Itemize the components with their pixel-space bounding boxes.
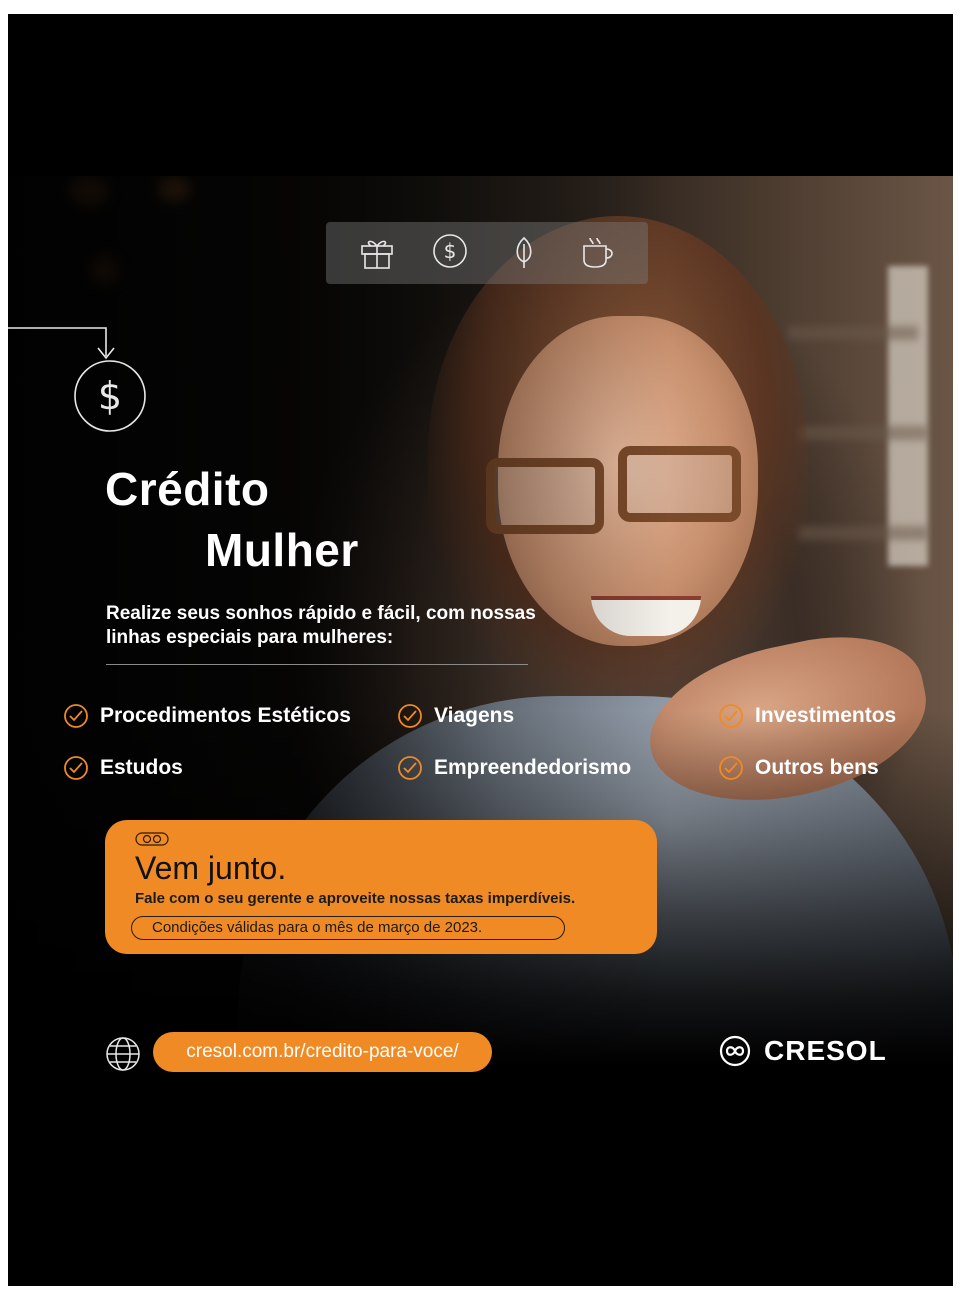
arrow-coin-icon: $ [8,327,146,432]
category-label: Procedimentos Estéticos [100,704,351,727]
cresol-logo-icon [719,1035,751,1067]
category-viagens: Viagens [396,702,514,730]
gift-icon [356,230,398,277]
leaf-icon [503,230,545,277]
check-circle-icon [398,756,422,780]
svg-text:$: $ [98,374,122,418]
divider [106,664,528,665]
check-circle-icon [719,756,743,780]
ad-frame: $ $ Crédito Mulher Realize seus sonhos r… [8,14,953,1286]
check-circle-icon [398,704,422,728]
category-estudos: Estudos [62,754,183,782]
title-line2: Mulher [205,524,359,576]
check-circle-icon [64,704,88,728]
check-circle-icon [64,756,88,780]
dollar-coin-icon: $ [429,230,471,277]
brand-name: CRESOL [764,1035,887,1066]
cresol-badge-icon [135,832,169,846]
category-procedimentos: Procedimentos Estéticos [62,702,351,730]
category-label: Viagens [434,704,515,727]
globe-icon [106,1037,140,1071]
card-title: Vem junto. [135,850,287,886]
category-investimentos: Investimentos [717,702,896,730]
category-empreendedorismo: Empreendedorismo [396,754,631,782]
check-circle-icon [719,704,743,728]
cresol-brand: CRESOL [718,1034,887,1068]
title-line1: Crédito [105,463,270,515]
category-label: Outros bens [755,756,879,779]
category-outros-bens: Outros bens [717,754,879,782]
icon-bar: $ [326,222,648,284]
category-label: Empreendedorismo [434,756,632,779]
svg-text:$: $ [444,239,457,263]
category-label: Estudos [100,756,183,779]
subtitle: Realize seus sonhos rápido e fácil, com … [106,603,536,648]
category-label: Investimentos [755,704,897,727]
website-link[interactable]: cresol.com.br/credito-para-voce/ [153,1032,492,1072]
conditions-pill: Condições válidas para o mês de março de… [131,916,565,940]
card-text: Fale com o seu gerente e aproveite nossa… [135,890,576,907]
promo-card: Vem junto. Fale com o seu gerente e apro… [105,820,657,954]
page-canvas: $ $ Crédito Mulher Realize seus sonhos r… [0,0,961,1290]
coffee-cup-icon [576,230,618,277]
